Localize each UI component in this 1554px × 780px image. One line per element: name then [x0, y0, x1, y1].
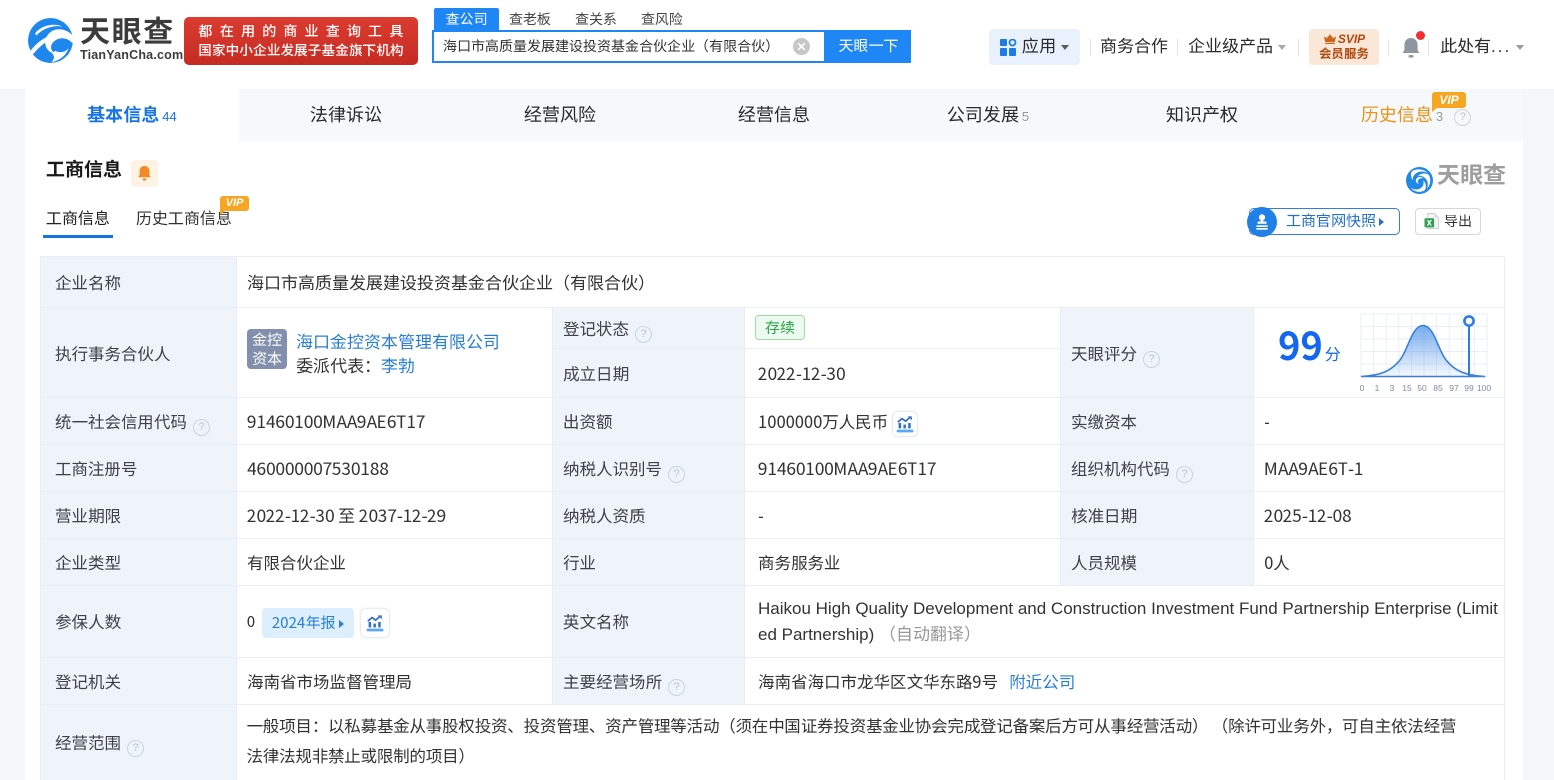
svg-text:85: 85 — [1433, 383, 1443, 393]
svg-text:99: 99 — [1464, 383, 1474, 393]
svg-text:1: 1 — [1375, 383, 1380, 393]
svg-text:100: 100 — [1477, 383, 1491, 393]
svg-text:50: 50 — [1417, 383, 1427, 393]
svg-text:3: 3 — [1390, 383, 1395, 393]
svg-text:0: 0 — [1360, 383, 1365, 393]
svg-text:97: 97 — [1449, 383, 1459, 393]
svg-text:15: 15 — [1402, 383, 1412, 393]
